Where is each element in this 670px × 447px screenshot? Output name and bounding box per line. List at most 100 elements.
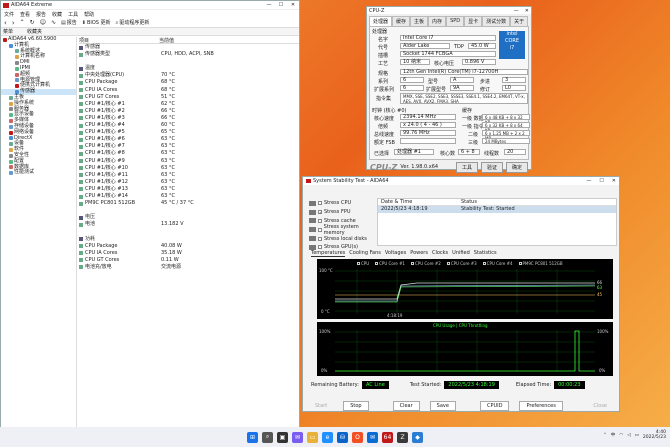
- column-item[interactable]: 项目: [79, 37, 159, 44]
- menu-file[interactable]: 文件: [4, 11, 14, 18]
- up-icon[interactable]: ⌃: [20, 19, 25, 26]
- cpuz-titlebar[interactable]: CPU-Z — ✕: [367, 7, 531, 14]
- chat-icon[interactable]: ✉: [292, 431, 303, 443]
- refresh-icon[interactable]: ↻: [30, 19, 35, 26]
- table-row[interactable]: 中央处理器(CPU) 70 °C: [79, 72, 299, 79]
- tab-7[interactable]: 关于: [510, 16, 529, 26]
- table-row[interactable]: CPU #1/核心 #13 63 °C: [79, 186, 299, 193]
- clear-button[interactable]: Clear: [392, 401, 420, 411]
- maximize-icon[interactable]: ☐: [599, 178, 603, 184]
- stress-option[interactable]: Stress system memory: [309, 224, 379, 236]
- table-row[interactable]: CPU #1/核心 #1 62 °C: [79, 101, 299, 108]
- table-row[interactable]: CPU Package 68 °C: [79, 79, 299, 86]
- table-row[interactable]: CPU #1/核心 #9 63 °C: [79, 158, 299, 165]
- graph-tab[interactable]: Clocks: [432, 250, 448, 257]
- ok-button[interactable]: 确定: [505, 161, 528, 173]
- tab-menu[interactable]: 菜单: [3, 28, 13, 35]
- edge-icon[interactable]: e: [322, 431, 333, 443]
- volume-icon[interactable]: ◁: [627, 433, 630, 438]
- chevron-up-icon[interactable]: ⌃: [603, 433, 607, 438]
- graph-tab[interactable]: Statistics: [474, 250, 497, 257]
- table-row[interactable]: CPU #1/核心 #2 66 °C: [79, 108, 299, 115]
- bios-update-button[interactable]: ⬇ BIOS 更新: [82, 19, 111, 27]
- tab-3[interactable]: 内存: [428, 16, 447, 26]
- office-icon[interactable]: O: [352, 431, 363, 443]
- cpuid-button[interactable]: CPUID: [479, 401, 510, 411]
- table-row[interactable]: CPU #1/核心 #14 63 °C: [79, 193, 299, 200]
- minimize-icon[interactable]: —: [586, 178, 591, 184]
- menu-report[interactable]: 报告: [36, 11, 46, 18]
- table-row[interactable]: [79, 228, 299, 235]
- menu-favorites[interactable]: 收藏: [52, 11, 62, 18]
- aida64-titlebar[interactable]: AIDA64 Extreme — ☐ ✕: [1, 1, 299, 10]
- menu-view[interactable]: 查看: [20, 11, 30, 18]
- minimize-icon[interactable]: —: [514, 8, 519, 14]
- tree-item[interactable]: 性能测试: [1, 170, 76, 176]
- pulse-icon[interactable]: ∿: [51, 19, 56, 26]
- file-explorer-icon[interactable]: ▭: [307, 431, 318, 443]
- tab-6[interactable]: 测试分数: [482, 16, 511, 26]
- table-row[interactable]: 电池 13.182 V: [79, 221, 299, 228]
- table-row[interactable]: CPU IA Cores 35.18 W: [79, 250, 299, 257]
- table-row[interactable]: 电压: [79, 214, 299, 221]
- cpuz-taskbar-icon[interactable]: Z: [397, 431, 408, 443]
- report-button[interactable]: ▤ 报告: [61, 19, 77, 27]
- graph-tab[interactable]: Powers: [410, 250, 428, 257]
- validate-button[interactable]: 验证: [480, 161, 503, 173]
- table-row[interactable]: [79, 58, 299, 65]
- checkbox[interactable]: [318, 210, 322, 215]
- tools-button[interactable]: 工具: [455, 161, 478, 173]
- stress-option[interactable]: Stress FPU: [309, 208, 379, 217]
- menu-help[interactable]: 帮助: [84, 11, 94, 18]
- table-row[interactable]: 2022/5/23 4:18:19 Stability Test: Starte…: [378, 206, 616, 213]
- table-row[interactable]: [79, 207, 299, 214]
- maximize-icon[interactable]: ☐: [275, 2, 287, 8]
- table-row[interactable]: 传感器类型 CPU, HDD, ACPI, SNB: [79, 51, 299, 58]
- tab-0[interactable]: 处理器: [369, 16, 393, 26]
- aida64-taskbar-icon[interactable]: 64: [382, 431, 393, 443]
- start-icon[interactable]: ⊞: [247, 431, 258, 443]
- table-row[interactable]: CPU #1/核心 #11 63 °C: [79, 172, 299, 179]
- close-button[interactable]: Close: [587, 402, 613, 410]
- language-indicator[interactable]: 中: [611, 432, 616, 438]
- table-row[interactable]: CPU #1/核心 #3 66 °C: [79, 115, 299, 122]
- mail-icon[interactable]: ✉: [367, 431, 378, 443]
- task-view-icon[interactable]: ▣: [277, 431, 288, 443]
- checkbox[interactable]: [318, 245, 322, 250]
- stress-option[interactable]: Stress CPU: [309, 199, 379, 208]
- driver-update-button[interactable]: ⌕ 驱动程序更新: [116, 19, 150, 27]
- tab-favorites[interactable]: 收藏夹: [27, 28, 42, 35]
- table-row[interactable]: CPU #1/核心 #8 63 °C: [79, 150, 299, 157]
- tab-2[interactable]: 主板: [410, 16, 429, 26]
- tab-5[interactable]: 显卡: [464, 16, 483, 26]
- table-row[interactable]: CPU #1/核心 #10 63 °C: [79, 165, 299, 172]
- stability-titlebar[interactable]: System Stability Test - AIDA64 — ☐ ✕: [303, 177, 619, 185]
- close-icon[interactable]: ✕: [612, 178, 616, 184]
- graph-tab[interactable]: Unified: [452, 250, 470, 257]
- processor-select[interactable]: 处理器 #1: [394, 149, 434, 155]
- close-icon[interactable]: ✕: [287, 2, 299, 8]
- checkbox[interactable]: [318, 218, 322, 223]
- tab-4[interactable]: SPD: [446, 16, 465, 26]
- table-row[interactable]: CPU GT Cores 51 °C: [79, 94, 299, 101]
- column-value[interactable]: 当前值: [159, 37, 239, 44]
- menu-tools[interactable]: 工具: [68, 11, 78, 18]
- search-icon[interactable]: ⌕: [262, 431, 273, 443]
- checkbox[interactable]: [318, 201, 322, 206]
- table-row[interactable]: 传感器: [79, 44, 299, 51]
- graph-tab[interactable]: Temperatures: [311, 250, 346, 257]
- table-row[interactable]: PM9C PC801 512GB 45 °C / 37 °C: [79, 200, 299, 207]
- app-icon[interactable]: ◆: [412, 431, 423, 443]
- clock[interactable]: 4:40 2022/5/23: [643, 430, 666, 440]
- table-row[interactable]: CPU #1/核心 #12 63 °C: [79, 179, 299, 186]
- graph-tab[interactable]: Voltages: [385, 250, 406, 257]
- graph-tab[interactable]: Cooling Fans: [349, 250, 381, 257]
- stop-button[interactable]: Stop: [343, 401, 369, 411]
- checkbox[interactable]: [317, 227, 322, 232]
- back-icon[interactable]: ‹: [4, 19, 7, 27]
- save-button[interactable]: Save: [429, 401, 456, 411]
- table-row[interactable]: 功耗: [79, 236, 299, 243]
- table-row[interactable]: CPU GT Cores 0.11 W: [79, 257, 299, 264]
- table-row[interactable]: CPU Package 40.08 W: [79, 243, 299, 250]
- minimize-icon[interactable]: —: [263, 2, 275, 8]
